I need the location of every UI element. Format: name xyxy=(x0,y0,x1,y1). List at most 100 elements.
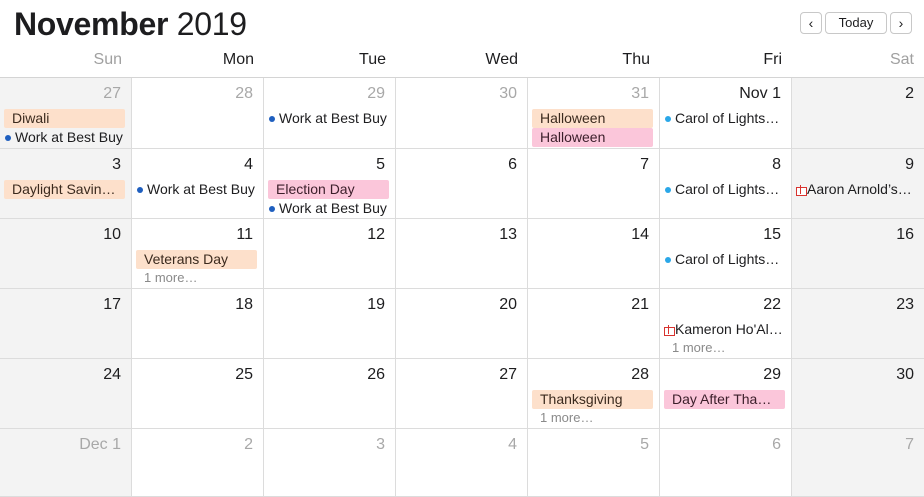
day-number: 20 xyxy=(499,296,517,313)
more-events-link[interactable]: 1 more… xyxy=(532,409,655,427)
birthday-event[interactable]: Aaron Arnold’s… xyxy=(796,180,920,199)
more-events-link[interactable]: 1 more… xyxy=(664,339,787,357)
today-button[interactable]: Today xyxy=(825,12,887,34)
day-cell[interactable]: 9 Aaron Arnold’s… xyxy=(792,149,924,219)
day-number: 13 xyxy=(499,226,517,243)
day-cell[interactable]: 6 xyxy=(396,149,528,219)
calendar-dot-icon xyxy=(5,134,11,141)
all-day-event[interactable]: Diwali xyxy=(4,109,125,128)
day-number: 21 xyxy=(631,296,649,313)
day-number: 28 xyxy=(235,85,253,102)
day-cell[interactable]: 21 xyxy=(528,289,660,359)
all-day-event[interactable]: Veterans Day xyxy=(136,250,257,269)
day-cell[interactable]: 23 xyxy=(792,289,924,359)
day-cell[interactable]: 30 xyxy=(396,78,528,149)
day-cell[interactable]: 2 xyxy=(132,429,264,497)
day-cell[interactable]: 3 xyxy=(264,429,396,497)
day-cell[interactable]: Dec 1 xyxy=(0,429,132,497)
timed-event[interactable]: Carol of Lights… xyxy=(664,180,787,199)
timed-event[interactable]: Carol of Lights… xyxy=(664,250,787,269)
day-number: 8 xyxy=(772,156,781,173)
all-day-event[interactable]: Election Day xyxy=(268,180,389,199)
day-events: Thanksgiving 1 more… xyxy=(532,390,655,427)
weekday-sat: Sat xyxy=(889,51,914,68)
day-cell[interactable]: 26 xyxy=(264,359,396,429)
day-cell[interactable]: 2 xyxy=(792,78,924,149)
timed-event[interactable]: Work at Best Buy xyxy=(4,128,127,147)
day-cell[interactable]: 15 Carol of Lights… xyxy=(660,219,792,289)
day-number: 29 xyxy=(763,366,781,383)
event-title: Carol of Lights… xyxy=(675,251,780,267)
day-cell[interactable]: 22 Kameron Ho'Al… 1 more… xyxy=(660,289,792,359)
day-cell[interactable]: 30 xyxy=(792,359,924,429)
day-cell[interactable]: 27 Diwali Work at Best Buy xyxy=(0,78,132,149)
day-cell[interactable]: 16 xyxy=(792,219,924,289)
day-cell[interactable]: 7 xyxy=(792,429,924,497)
all-day-event[interactable]: Daylight Savin… xyxy=(4,180,125,199)
day-number: 6 xyxy=(508,156,517,173)
day-cell[interactable]: 4 Work at Best Buy xyxy=(132,149,264,219)
day-cell[interactable]: 5 xyxy=(528,429,660,497)
all-day-event[interactable]: Thanksgiving xyxy=(532,390,653,409)
day-number: 6 xyxy=(772,436,781,453)
day-number: 31 xyxy=(631,85,649,102)
timed-event[interactable]: Work at Best Buy xyxy=(268,109,391,128)
day-cell[interactable]: 31 Halloween Halloween xyxy=(528,78,660,149)
day-cell[interactable]: 10 xyxy=(0,219,132,289)
day-cell[interactable]: 5 Election Day Work at Best Buy xyxy=(264,149,396,219)
day-number: Dec 1 xyxy=(79,436,121,453)
day-events: Carol of Lights… xyxy=(664,180,787,199)
previous-month-button[interactable]: ‹ xyxy=(800,12,822,34)
event-title: Work at Best Buy xyxy=(279,110,387,126)
day-cell[interactable]: 19 xyxy=(264,289,396,359)
event-title: Aaron Arnold’s… xyxy=(807,181,912,197)
day-number: 9 xyxy=(905,156,914,173)
event-title: Work at Best Buy xyxy=(279,200,387,216)
day-cell[interactable]: Nov 1 Carol of Lights… xyxy=(660,78,792,149)
calendar-dot-icon xyxy=(137,186,143,193)
day-number: 25 xyxy=(235,366,253,383)
calendar-dot-icon xyxy=(269,205,275,212)
timed-event[interactable]: Carol of Lights… xyxy=(664,109,787,128)
timed-event[interactable]: Work at Best Buy xyxy=(136,180,259,199)
weekday-header-row: Sun Mon Tue Wed Thu Fri Sat xyxy=(0,46,924,78)
day-cell[interactable]: 13 xyxy=(396,219,528,289)
all-day-event[interactable]: Halloween xyxy=(532,109,653,128)
day-number: 16 xyxy=(896,226,914,243)
day-cell[interactable]: 29 Day After Tha… xyxy=(660,359,792,429)
day-cell[interactable]: 4 xyxy=(396,429,528,497)
day-cell[interactable]: 12 xyxy=(264,219,396,289)
day-number: 11 xyxy=(236,226,253,243)
day-events: Halloween Halloween xyxy=(532,109,655,147)
day-cell[interactable]: 11 Veterans Day 1 more… xyxy=(132,219,264,289)
more-events-link[interactable]: 1 more… xyxy=(136,269,259,287)
day-cell[interactable]: 6 xyxy=(660,429,792,497)
timed-event[interactable]: Work at Best Buy xyxy=(268,199,391,218)
day-cell[interactable]: 28 xyxy=(132,78,264,149)
day-cell[interactable]: 3 Daylight Savin… xyxy=(0,149,132,219)
next-month-button[interactable]: › xyxy=(890,12,912,34)
event-title: Work at Best Buy xyxy=(147,181,255,197)
day-number: 5 xyxy=(376,156,385,173)
all-day-event[interactable]: Day After Tha… xyxy=(664,390,785,409)
day-number: 22 xyxy=(763,296,781,313)
birthday-event[interactable]: Kameron Ho'Al… xyxy=(664,320,787,339)
month-grid: 27 Diwali Work at Best Buy 28 29 Work at Best… xyxy=(0,78,924,497)
day-cell[interactable]: 8 Carol of Lights… xyxy=(660,149,792,219)
day-cell[interactable]: 24 xyxy=(0,359,132,429)
gift-icon xyxy=(796,185,807,196)
day-cell[interactable]: 29 Work at Best Buy xyxy=(264,78,396,149)
year-label: 2019 xyxy=(176,6,247,42)
day-cell[interactable]: 18 xyxy=(132,289,264,359)
all-day-event[interactable]: Halloween xyxy=(532,128,653,147)
day-number: 7 xyxy=(905,436,914,453)
day-cell[interactable]: 17 xyxy=(0,289,132,359)
day-number: 4 xyxy=(508,436,517,453)
day-cell[interactable]: 7 xyxy=(528,149,660,219)
calendar-dot-icon xyxy=(269,115,275,122)
day-cell[interactable]: 27 xyxy=(396,359,528,429)
day-cell[interactable]: 14 xyxy=(528,219,660,289)
day-cell[interactable]: 20 xyxy=(396,289,528,359)
day-cell[interactable]: 28 Thanksgiving 1 more… xyxy=(528,359,660,429)
day-cell[interactable]: 25 xyxy=(132,359,264,429)
